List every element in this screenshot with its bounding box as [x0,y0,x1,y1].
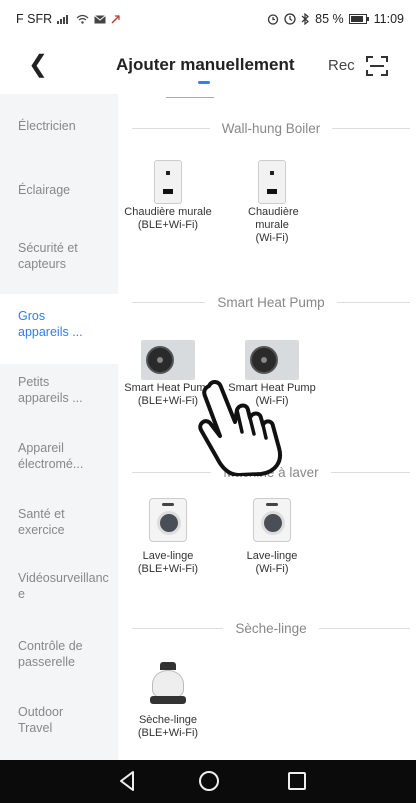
washing-machine-icon [253,498,291,542]
heat-pump-icon [245,340,299,380]
clipped-label [166,90,214,98]
battery-icon [348,14,369,24]
pointing-hand-icon [198,380,282,476]
carrier-label: F SFR [16,12,53,26]
status-bar: F SFR 85 % 11:09 [0,0,416,38]
heat-pump-icon [141,340,195,380]
sidebar-item-passerelle[interactable]: Contrôle de passerelle [0,638,118,670]
sidebar-item-label: Vidéosurveillance [18,571,109,601]
section-header-seche-linge: Sèche-linge [132,618,411,638]
divider [332,127,411,129]
dryer-icon [148,662,188,706]
android-nav-bar [0,760,416,803]
data-activity-icon [111,14,120,23]
sidebar-item-electricien[interactable]: Électricien [0,118,118,134]
section-header-wall-hung-boiler: Wall-hung Boiler [132,118,411,138]
sidebar-item-label: Sécurité et capteurs [18,241,78,271]
alarm-icon [267,14,279,25]
sidebar-item-securite[interactable]: Sécurité et capteurs [0,240,112,272]
device-label: Lave-linge (Wi-Fi) [246,550,298,575]
battery-percent: 85 % [315,12,344,26]
section-title: Smart Heat Pump [217,294,325,310]
header: ❮ Ajouter manuellement Rec [0,38,416,94]
divider [132,127,210,129]
device-lave-linge-wifi[interactable]: Lave-linge (Wi-Fi) [222,498,322,576]
nav-home-icon[interactable] [199,771,219,791]
divider [318,627,411,629]
scan-icon[interactable] [366,55,388,77]
washing-machine-icon [149,498,187,542]
sidebar-item-label: Contrôle de passerelle [18,639,83,669]
sidebar-item-videosurveillance[interactable]: Vidéosurveillance [0,570,112,602]
sidebar-item-label: Gros appareils ... [18,309,83,339]
bluetooth-icon [301,13,310,25]
device-label: Lave-linge (BLE+Wi-Fi) [137,550,199,575]
status-left: F SFR [16,12,120,26]
divider [132,301,206,303]
divider [336,301,411,303]
section-header-smart-heat-pump: Smart Heat Pump [132,292,411,312]
device-seche-linge-ble-wifi[interactable]: Sèche-linge (BLE+Wi-Fi) [118,662,218,740]
status-right: 85 % 11:09 [267,12,404,26]
divider [132,627,224,629]
device-label: Chaudière murale (Wi-Fi) [248,206,299,244]
sidebar-item-petits-appareils[interactable]: Petits appareils ... [0,374,118,406]
signal-icon [57,15,69,24]
sidebar-item-label: Électricien [18,119,76,133]
sidebar-item-label: Appareil électromé... [18,441,84,471]
sidebar-item-label: Outdoor Travel [18,705,64,735]
nav-back-icon[interactable] [118,769,136,793]
wifi-icon [76,14,89,24]
section-title: Sèche-linge [235,620,307,636]
rec-button[interactable]: Rec [328,57,355,74]
boiler-icon [154,160,182,204]
category-sidebar: Électricien Éclairage Sécurité et capteu… [0,94,118,760]
nav-recent-apps-icon[interactable] [288,772,306,790]
sidebar-item-label: Petits appareils ... [18,375,83,405]
clock-time: 11:09 [373,12,404,26]
sidebar-item-outdoor-travel[interactable]: Outdoor Travel [0,704,118,736]
section-title: Wall-hung Boiler [221,120,321,136]
sidebar-item-sante[interactable]: Santé et exercice [0,506,118,538]
sidebar-item-label: Éclairage [18,183,71,197]
device-chaudiere-ble-wifi[interactable]: Chaudière murale (BLE+Wi-Fi) [118,160,218,232]
title-indicator [198,81,210,84]
sidebar-item-appareil-electromenager[interactable]: Appareil électromé... [0,440,118,472]
boiler-icon [258,160,286,204]
sidebar-item-label: Santé et exercice [18,507,65,537]
sidebar-item-eclairage[interactable]: Éclairage [0,182,118,198]
device-label: Chaudière murale (BLE+Wi-Fi) [124,206,212,231]
clock-icon [284,13,296,25]
back-arrow-icon[interactable]: ❮ [28,50,48,79]
device-label: Sèche-linge (BLE+Wi-Fi) [137,714,199,739]
device-chaudiere-wifi[interactable]: Chaudière murale (Wi-Fi) [222,160,322,245]
page-title: Ajouter manuellement [116,55,295,74]
device-lave-linge-ble-wifi[interactable]: Lave-linge (BLE+Wi-Fi) [118,498,218,576]
divider [330,471,410,473]
mail-icon [94,14,106,23]
sidebar-item-gros-appareils[interactable]: Gros appareils ... [0,294,118,364]
